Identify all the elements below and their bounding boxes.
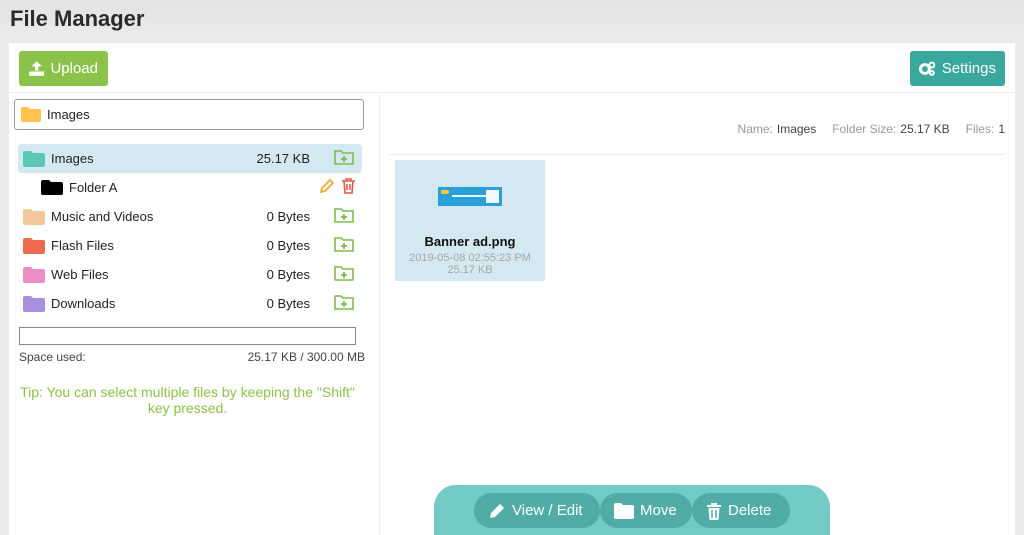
space-usage-bar: [19, 327, 356, 345]
folder-sidebar: Images Images 25.17 KB Folder A Music an…: [9, 94, 380, 535]
delete-button[interactable]: Delete: [692, 493, 790, 528]
page-title: File Manager: [10, 6, 145, 31]
file-card[interactable]: Banner ad.png 2019-05-08 02:55:23 PM 25.…: [395, 160, 545, 281]
file-meta: 2019-05-08 02:55:23 PM 25.17 KB: [395, 252, 545, 276]
folder-item-web-files[interactable]: Web Files 0 Bytes: [18, 260, 362, 289]
folder-name: Music and Videos: [51, 209, 154, 224]
view-edit-label: View / Edit: [512, 502, 583, 519]
upload-button-label: Upload: [50, 60, 98, 77]
folder-tree: Images 25.17 KB Folder A Music and Video…: [18, 144, 362, 318]
folder-icon: [21, 107, 41, 122]
folder-icon: [23, 208, 45, 225]
add-folder-icon[interactable]: [334, 294, 354, 310]
add-folder-icon[interactable]: [334, 207, 354, 223]
settings-button[interactable]: Settings: [910, 51, 1005, 86]
settings-button-label: Settings: [941, 60, 996, 77]
delete-label: Delete: [728, 502, 772, 519]
add-folder-icon[interactable]: [334, 265, 354, 281]
folder-icon: [23, 237, 45, 254]
folder-item-music-and-videos[interactable]: Music and Videos 0 Bytes: [18, 202, 362, 231]
move-button[interactable]: Move: [600, 493, 692, 528]
trash-icon[interactable]: [341, 178, 356, 194]
file-manager-panel: Upload Settings Images Images 25.17 KB F…: [9, 43, 1015, 535]
file-date: 2019-05-08 02:55:23 PM: [409, 252, 531, 264]
folder-name: Downloads: [51, 296, 116, 311]
folder-item-images[interactable]: Images 25.17 KB: [18, 144, 362, 173]
breadcrumb-current: Images: [47, 107, 90, 122]
file-thumbnail: [438, 187, 502, 206]
view-edit-button[interactable]: View / Edit: [474, 493, 600, 528]
folder-size: 0 Bytes: [266, 296, 310, 311]
space-used-label: Space used:: [19, 350, 86, 364]
move-label: Move: [640, 502, 677, 519]
folder-size: 0 Bytes: [266, 209, 310, 224]
add-folder-icon[interactable]: [334, 236, 354, 252]
folder-name-info: Name: Images: [737, 122, 817, 136]
folder-size: 0 Bytes: [266, 267, 310, 282]
folder-icon: [23, 295, 45, 312]
folder-name: Images: [51, 151, 94, 166]
space-used-value: 25.17 KB / 300.00 MB: [247, 350, 365, 364]
divider: [388, 154, 1005, 155]
add-folder-icon[interactable]: [334, 149, 354, 165]
tip-text: Tip: You can select multiple files by ke…: [20, 384, 355, 416]
folder-name: Folder A: [69, 180, 118, 195]
header-background: [0, 0, 1024, 40]
gears-icon: [919, 61, 936, 76]
folder-item-flash-files[interactable]: Flash Files 0 Bytes: [18, 231, 362, 260]
folder-info: Name: Images Folder Size: 25.17 KB Files: 1: [738, 122, 1005, 136]
folder-name: Flash Files: [51, 238, 114, 253]
upload-icon: [29, 61, 45, 76]
folder-size: 0 Bytes: [266, 238, 310, 253]
folder-name: Web Files: [51, 267, 109, 282]
file-name: Banner ad.png: [424, 234, 516, 249]
folder-icon: [23, 266, 45, 283]
folder-icon: [614, 502, 634, 519]
folder-size-info: Folder Size: 25.17 KB: [832, 122, 950, 136]
folder-icon: [23, 150, 45, 167]
folder-item-folder-a[interactable]: Folder A: [18, 173, 362, 202]
trash-icon: [707, 502, 721, 520]
file-action-bar: View / Edit Move Delete: [434, 485, 830, 535]
toolbar: Upload Settings: [9, 43, 1015, 93]
folder-item-downloads[interactable]: Downloads 0 Bytes: [18, 289, 362, 318]
folder-size: 25.17 KB: [256, 151, 311, 166]
folder-actions: [319, 178, 356, 194]
file-size: 25.17 KB: [447, 264, 493, 276]
pencil-icon[interactable]: [319, 178, 335, 194]
folder-icon: [41, 180, 63, 195]
upload-button[interactable]: Upload: [19, 51, 108, 86]
pencil-icon: [490, 503, 504, 518]
file-count-info: Files: 1: [965, 122, 1005, 136]
file-area: Name: Images Folder Size: 25.17 KB Files: 1…: [381, 94, 1015, 535]
breadcrumb[interactable]: Images: [14, 99, 364, 130]
